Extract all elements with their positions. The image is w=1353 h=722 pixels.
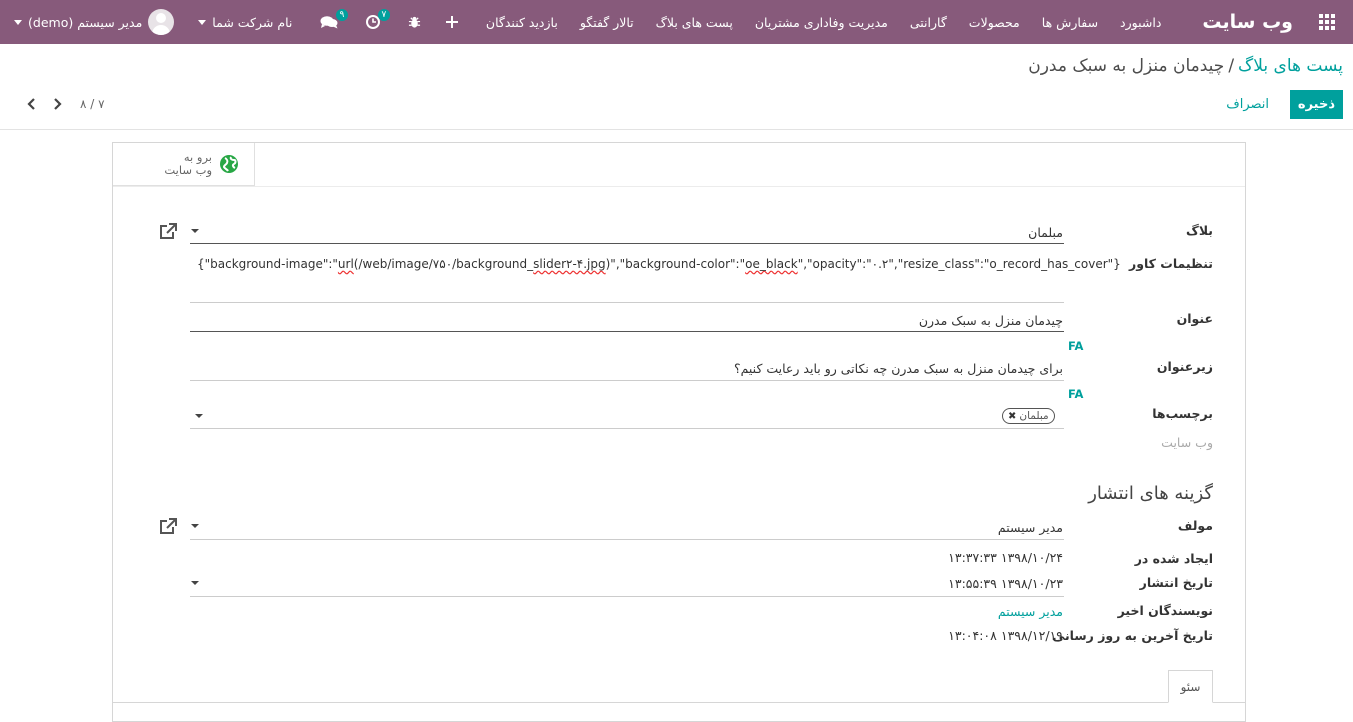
remove-tag-icon[interactable]: ✖ — [1008, 411, 1016, 422]
form-sheet: برو به وب سایت بلاگ مبلمان تنظیمات کاور … — [112, 142, 1246, 722]
last-writers-label: نویسندگان اخیر — [1117, 603, 1213, 618]
menu-forum[interactable]: تالار گفتگو — [569, 15, 645, 30]
author-value[interactable]: مدیر سیستم — [998, 520, 1063, 535]
menu-loyalty[interactable]: مدیریت وفاداری مشتریان — [744, 15, 899, 30]
cover-json-part4: ","opacity":"۰.۲","resize_class":"o_reco… — [797, 257, 1121, 271]
cover-field-underline — [190, 302, 1064, 303]
title-label: عنوان — [1176, 311, 1213, 326]
title-field-underline — [190, 331, 1064, 332]
user-menu[interactable]: مدیر سیستم (demo) — [0, 9, 184, 35]
tag-label: مبلمان — [1019, 410, 1049, 422]
subtitle-translate-button[interactable]: FA — [1068, 339, 1083, 353]
messages-count-badge: ۹ — [335, 9, 349, 21]
go-to-website-button[interactable]: برو به وب سایت — [113, 143, 255, 186]
menu-warranty[interactable]: گارانتی — [899, 15, 958, 30]
menu-orders[interactable]: سفارش ها — [1031, 15, 1109, 30]
external-link-icon[interactable] — [158, 518, 178, 536]
pager: ۸ / ۷ — [22, 94, 105, 114]
title-value[interactable]: چیدمان منزل به سبک مدرن — [919, 313, 1063, 328]
go-to-website-line2: وب سایت — [164, 163, 212, 177]
publishing-section-title: گزینه های انتشار — [1088, 483, 1213, 504]
menu-products[interactable]: محصولات — [958, 15, 1031, 30]
cover-json-slider: slider۲-۴.jpg — [533, 257, 606, 271]
pager-previous-button[interactable] — [22, 94, 40, 114]
control-panel-divider — [0, 129, 1353, 130]
subtitle-label: زیرعنوان — [1156, 359, 1213, 374]
blog-label: بلاگ — [1186, 223, 1213, 238]
plus-icon — [446, 16, 459, 28]
last-update-value: ۱۳۹۸/۱۲/۱۹ ۱۳:۰۴:۰۸ — [948, 628, 1063, 643]
cover-properties-label: تنظیمات کاور — [1129, 256, 1213, 271]
app-brand[interactable]: وب سایت — [1172, 11, 1301, 33]
cover-json-part1: {"background-image":" — [197, 257, 338, 271]
created-on-value: ۱۳۹۸/۱۰/۲۴ ۱۳:۳۷:۳۳ — [948, 550, 1063, 565]
activity-count-badge: ۷ — [377, 9, 391, 21]
cover-json-url: url — [337, 257, 354, 271]
author-label: مولف — [1177, 518, 1213, 533]
blog-value[interactable]: مبلمان — [1028, 225, 1063, 240]
breadcrumb-current: چیدمان منزل به سبک مدرن — [1028, 56, 1225, 76]
tag-badge: مبلمان ✖ — [1002, 408, 1055, 424]
messaging-button[interactable]: ۹ — [306, 0, 352, 44]
top-navbar: وب سایت داشبورد سفارش ها محصولات گارانتی… — [0, 0, 1353, 44]
go-to-website-label: برو به وب سایت — [164, 151, 212, 177]
debug-button[interactable] — [394, 0, 435, 44]
published-date-value[interactable]: ۱۳۹۸/۱۰/۲۳ ۱۳:۵۵:۳۹ — [948, 576, 1063, 591]
user-name: مدیر سیستم (demo) — [28, 14, 143, 30]
systray: ۷ ۹ نام شرکت شما مدیر سیستم (demo) — [0, 0, 469, 44]
quick-create-button[interactable] — [435, 0, 469, 44]
globe-icon — [220, 155, 238, 173]
cover-json-part3: )","background-color":" — [605, 257, 746, 271]
tags-translate-button[interactable]: FA — [1068, 387, 1083, 401]
blog-field-underline — [190, 243, 1064, 244]
tags-field-underline — [190, 428, 1064, 429]
menu-dashboard[interactable]: داشبورد — [1109, 15, 1172, 30]
activity-button[interactable]: ۷ — [352, 0, 394, 44]
bug-icon — [409, 16, 421, 28]
tags-dropdown-caret[interactable] — [195, 414, 203, 418]
last-writers-value[interactable]: مدیر سیستم — [998, 604, 1063, 619]
tab-seo[interactable]: سئو — [1168, 670, 1213, 703]
external-link-icon[interactable] — [158, 223, 178, 241]
sheet-header-divider — [113, 186, 1245, 187]
published-date-label: تاریخ انتشار — [1139, 575, 1213, 590]
menu-visitors[interactable]: بازدید کنندگان — [475, 15, 569, 30]
apps-menu-icon[interactable] — [1301, 0, 1353, 44]
author-field-underline — [190, 539, 1064, 540]
created-on-label: ایجاد شده در — [1134, 551, 1213, 566]
cover-properties-value[interactable]: {"background-image":"url(/web/image/۷۵۰/… — [197, 257, 1121, 271]
pager-value[interactable]: ۸ / ۷ — [74, 97, 105, 111]
pager-next-button[interactable] — [48, 94, 66, 114]
subtitle-field-underline — [190, 380, 1064, 381]
company-name: نام شرکت شما — [212, 14, 293, 30]
author-dropdown-caret[interactable] — [191, 524, 199, 528]
tags-label: برچسب‌ها — [1152, 406, 1213, 421]
last-update-label: تاریخ آخرین به روز رسانی — [1052, 628, 1213, 643]
published-date-caret[interactable] — [191, 581, 199, 585]
save-button[interactable]: ذخیره — [1289, 90, 1343, 119]
notebook-tabs-line — [113, 702, 1245, 703]
breadcrumb-separator: / — [1228, 56, 1235, 76]
breadcrumb: پست های بلاگ/چیدمان منزل به سبک مدرن — [1028, 56, 1343, 76]
caret-down-icon — [198, 19, 207, 25]
chevron-left-icon — [26, 98, 35, 110]
main-menu: داشبورد سفارش ها محصولات گارانتی مدیریت … — [475, 15, 1172, 30]
subtitle-value[interactable]: برای چیدمان منزل به سبک مدرن چه نکاتی رو… — [734, 361, 1063, 376]
published-date-underline — [190, 596, 1064, 597]
menu-blog-posts[interactable]: پست های بلاگ — [645, 15, 744, 30]
cover-json-oe: oe_black — [745, 257, 798, 271]
cover-json-part2: (/web/image/۷۵۰/background_ — [353, 257, 534, 271]
caret-down-icon — [14, 19, 22, 25]
discard-button[interactable]: انصراف — [1220, 90, 1275, 119]
company-switcher[interactable]: نام شرکت شما — [184, 0, 306, 44]
avatar — [148, 9, 175, 35]
website-label: وب سایت — [1161, 435, 1213, 450]
blog-dropdown-caret[interactable] — [191, 229, 199, 233]
breadcrumb-parent[interactable]: پست های بلاگ — [1238, 56, 1343, 76]
chevron-right-icon — [53, 98, 62, 110]
